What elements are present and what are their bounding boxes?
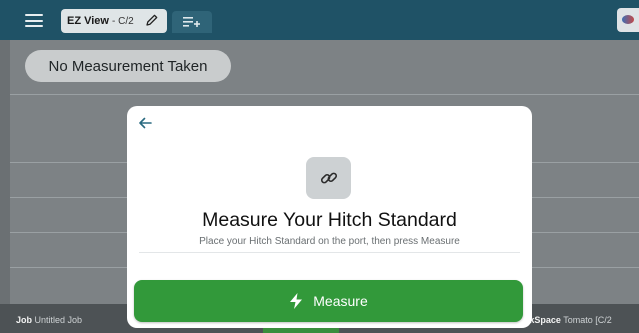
measurement-status-pill: No Measurement Taken bbox=[25, 50, 231, 82]
divider bbox=[139, 252, 520, 253]
top-bar: EZ View - C/2 bbox=[0, 0, 639, 40]
app-logo-icon bbox=[622, 15, 634, 24]
job-value: Untitled Job bbox=[34, 315, 83, 325]
job-label: Job bbox=[16, 315, 33, 325]
link-icon bbox=[320, 172, 337, 184]
measure-button-label: Measure bbox=[313, 293, 368, 309]
app-logo-button[interactable] bbox=[617, 8, 639, 32]
workspace-value: Tomato [C/2 bbox=[563, 315, 612, 325]
job-info: Job Untitled Job bbox=[16, 315, 82, 325]
add-list-icon bbox=[183, 17, 200, 27]
menu-icon[interactable] bbox=[25, 14, 43, 27]
grid-divider bbox=[10, 94, 639, 95]
dialog-subtitle: Place your Hitch Standard on the port, t… bbox=[199, 236, 460, 247]
pencil-icon[interactable] bbox=[145, 13, 159, 27]
tab-title: EZ View bbox=[67, 15, 109, 27]
tab-suffix: - C/2 bbox=[111, 15, 134, 27]
back-arrow-icon[interactable] bbox=[137, 115, 153, 131]
measure-dialog: Measure Your Hitch Standard Place your H… bbox=[127, 106, 532, 328]
dialog-title: Measure Your Hitch Standard bbox=[202, 209, 457, 231]
lightning-icon bbox=[290, 293, 303, 309]
measure-button[interactable]: Measure bbox=[134, 280, 523, 322]
link-icon-tile bbox=[306, 157, 351, 199]
tab-ez-view[interactable]: EZ View - C/2 bbox=[61, 9, 167, 33]
add-tab-button[interactable] bbox=[172, 11, 212, 33]
